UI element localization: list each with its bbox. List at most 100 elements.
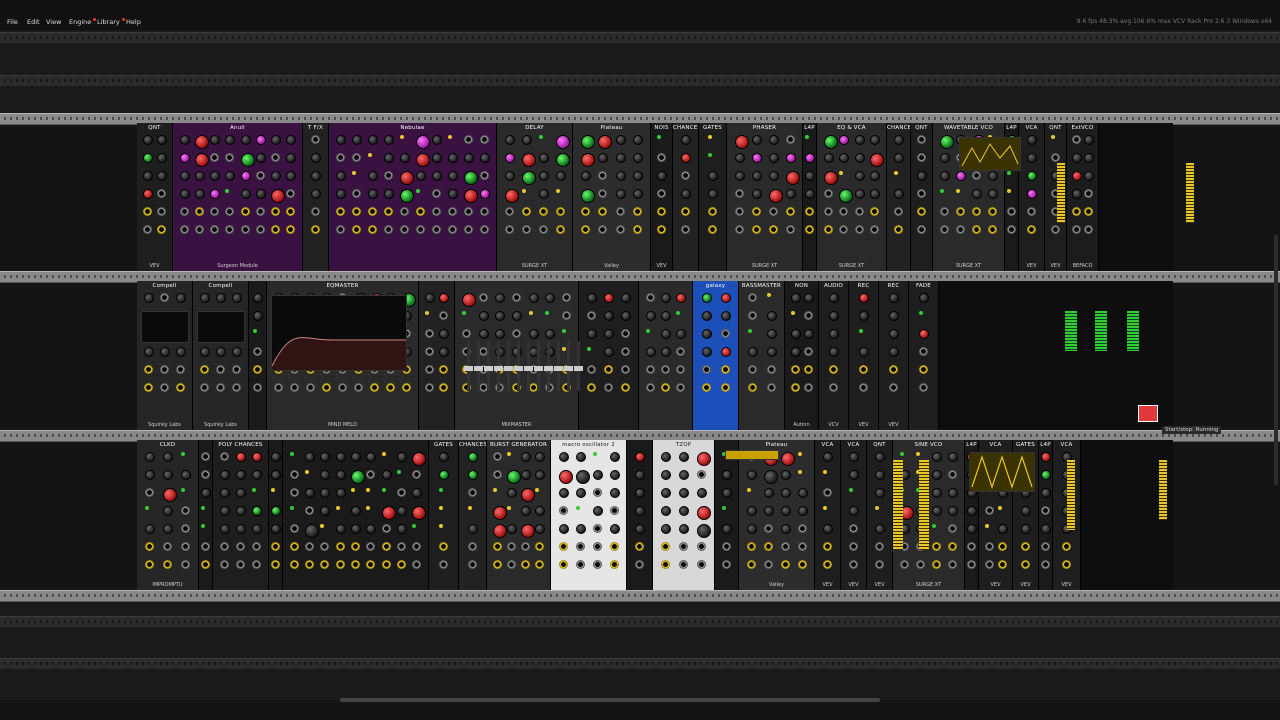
knob[interactable] — [336, 189, 346, 199]
jack[interactable] — [504, 225, 514, 234]
jack[interactable] — [200, 365, 209, 374]
module-rec[interactable]: REC VEV — [879, 281, 909, 430]
knob[interactable] — [722, 470, 732, 480]
knob[interactable] — [412, 452, 427, 466]
knob[interactable] — [163, 524, 173, 534]
knob[interactable] — [495, 329, 506, 339]
knob[interactable] — [681, 189, 691, 199]
knob[interactable] — [1072, 171, 1082, 181]
knob[interactable] — [720, 293, 731, 303]
knob[interactable] — [575, 470, 590, 484]
module-non[interactable]: NON Autinn — [785, 281, 819, 430]
knob[interactable] — [746, 470, 757, 480]
jack[interactable] — [839, 225, 849, 234]
jack[interactable] — [1041, 560, 1050, 569]
jack[interactable] — [368, 225, 377, 234]
jack[interactable] — [797, 524, 807, 533]
jack[interactable] — [889, 365, 898, 374]
jack[interactable] — [575, 542, 585, 551]
jack[interactable] — [859, 365, 868, 374]
knob[interactable] — [823, 171, 838, 185]
jack[interactable] — [425, 365, 434, 374]
jack[interactable] — [338, 383, 347, 392]
knob[interactable] — [271, 470, 281, 480]
knob[interactable] — [416, 153, 430, 167]
knob[interactable] — [425, 293, 435, 303]
jack[interactable] — [384, 225, 393, 234]
jack[interactable] — [823, 189, 833, 198]
jack[interactable] — [586, 365, 596, 374]
knob[interactable] — [697, 488, 707, 498]
knob[interactable] — [997, 524, 1008, 534]
jack[interactable] — [997, 542, 1007, 551]
jack[interactable] — [1084, 207, 1093, 216]
knob[interactable] — [145, 524, 155, 534]
knob[interactable] — [220, 470, 230, 480]
jack[interactable] — [790, 365, 800, 374]
jack[interactable] — [768, 225, 778, 234]
jack[interactable] — [311, 135, 320, 144]
jack[interactable] — [366, 560, 376, 569]
module-panel[interactable] — [283, 440, 429, 590]
jack[interactable] — [676, 365, 686, 374]
knob[interactable] — [633, 171, 644, 181]
jack[interactable] — [322, 383, 331, 392]
knob[interactable] — [521, 506, 531, 516]
module-bassmaster[interactable]: BASSMASTER — [739, 281, 785, 430]
knob[interactable] — [311, 153, 321, 163]
jack[interactable] — [1084, 189, 1093, 198]
jack[interactable] — [535, 560, 544, 569]
jack[interactable] — [1007, 207, 1016, 216]
knob[interactable] — [200, 347, 210, 357]
jack[interactable] — [615, 225, 625, 234]
jack[interactable] — [829, 383, 838, 392]
module-clkd[interactable]: CLKD IMPROMPTU — [137, 440, 199, 590]
knob[interactable] — [179, 189, 190, 199]
jack[interactable] — [948, 542, 957, 551]
knob[interactable] — [803, 293, 814, 303]
knob[interactable] — [635, 506, 645, 516]
fader[interactable] — [514, 341, 523, 391]
jack[interactable] — [766, 383, 776, 392]
knob[interactable] — [216, 347, 226, 357]
knob[interactable] — [780, 524, 791, 534]
jack[interactable] — [335, 560, 345, 569]
knob[interactable] — [504, 135, 515, 145]
jack[interactable] — [253, 365, 262, 374]
module-panel[interactable] — [419, 281, 455, 430]
jack[interactable] — [823, 542, 832, 551]
knob[interactable] — [412, 488, 423, 498]
module-poly-chances[interactable]: POLY CHANCES — [213, 440, 269, 590]
jack[interactable] — [464, 135, 473, 144]
knob[interactable] — [751, 135, 762, 145]
menu-help[interactable]: Help — [122, 18, 141, 26]
knob[interactable] — [839, 189, 854, 203]
knob[interactable] — [919, 329, 929, 339]
knob[interactable] — [351, 470, 365, 484]
fader[interactable] — [474, 341, 483, 391]
jack[interactable] — [1072, 225, 1081, 234]
jack[interactable] — [439, 311, 448, 320]
jack[interactable] — [900, 560, 909, 569]
jack[interactable] — [635, 542, 644, 551]
knob[interactable] — [633, 135, 644, 145]
knob[interactable] — [1072, 153, 1082, 163]
knob[interactable] — [271, 171, 282, 181]
knob[interactable] — [504, 171, 515, 181]
knob[interactable] — [535, 452, 545, 462]
knob[interactable] — [829, 347, 839, 357]
knob[interactable] — [604, 311, 614, 321]
module-vca[interactable]: VCA VEV — [1019, 123, 1045, 271]
module-galaxy[interactable]: galaxy — [693, 281, 739, 430]
jack[interactable] — [615, 207, 625, 216]
knob[interactable] — [586, 329, 597, 339]
jack[interactable] — [271, 542, 280, 551]
jack[interactable] — [747, 383, 757, 392]
knob[interactable] — [972, 189, 982, 199]
knob[interactable] — [252, 524, 262, 534]
horizontal-scrollbar[interactable] — [340, 698, 880, 702]
knob[interactable] — [157, 171, 167, 181]
jack[interactable] — [311, 207, 320, 216]
jack[interactable] — [657, 189, 666, 198]
fader[interactable] — [564, 341, 573, 391]
